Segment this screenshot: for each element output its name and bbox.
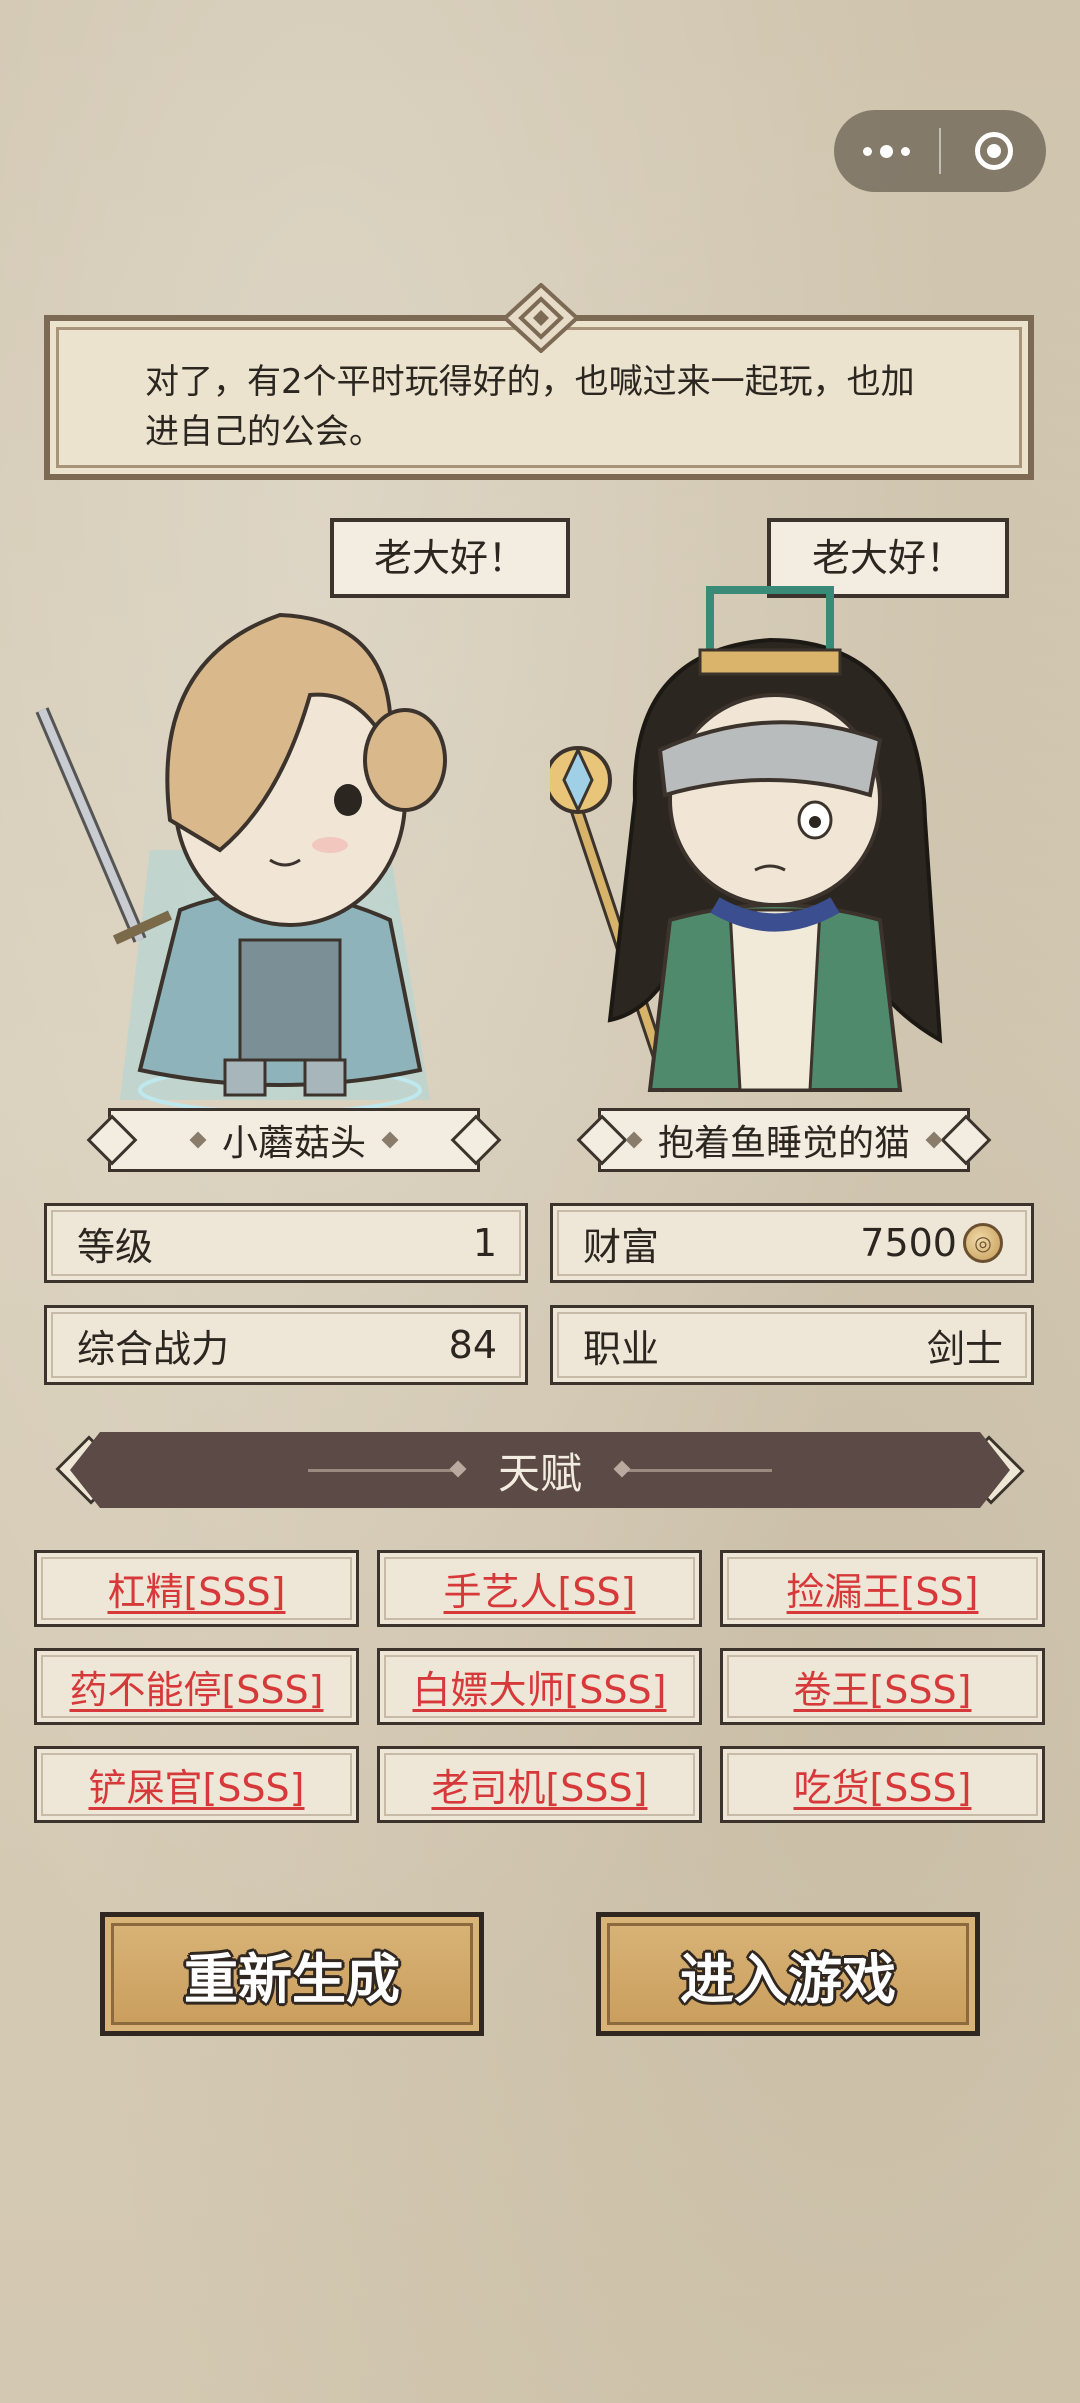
coin-icon: ◎ [963,1223,1003,1263]
stat-value-group: 7500 ◎ [860,1221,1003,1265]
stat-value: 84 [448,1323,497,1367]
stat-value: 1 [472,1221,497,1265]
talent-item[interactable]: 卷王[SSS] [720,1648,1045,1725]
stat-level: 等级 1 [44,1203,528,1283]
record-close-icon[interactable] [941,110,1046,192]
stat-class: 职业 剑士 [550,1305,1034,1385]
diamond-icon [381,1131,399,1149]
talent-item[interactable]: 铲屎官[SSS] [34,1746,359,1823]
character-name-text: 抱着鱼睡觉的猫 [657,1123,910,1164]
regenerate-button[interactable]: 重新生成 [100,1912,484,2036]
dialog-text: 对了，有2个平时玩得好的，也喊过来一起玩，也加进自己的公会。 [145,362,915,452]
character-portrait-left [35,612,447,1110]
diamond-icon [625,1131,643,1149]
talent-item[interactable]: 捡漏王[SS] [720,1550,1045,1627]
diamond-icon [189,1131,207,1149]
speech-bubble-left: 老大好！ [330,518,570,598]
character-portrait-right [550,586,943,1093]
talent-item[interactable]: 药不能停[SSS] [34,1648,359,1725]
ribbon-line [307,1468,458,1472]
diamond-icon [925,1131,943,1149]
stat-value: 7500 [860,1221,957,1265]
talent-item[interactable]: 吃货[SSS] [720,1746,1045,1823]
character-name-left: 小蘑菇头 [108,1108,480,1172]
character-name-right: 抱着鱼睡觉的猫 [598,1108,970,1172]
talent-item[interactable]: 白嫖大师[SSS] [377,1648,702,1725]
enter-game-button[interactable]: 进入游戏 [596,1912,980,2036]
talent-section-title: 天赋 [497,1448,582,1498]
stat-label: 等级 [77,1224,154,1269]
stat-value: 剑士 [926,1326,1003,1371]
stat-label: 职业 [583,1326,660,1371]
stat-wealth: 财富 7500 ◎ [550,1203,1034,1283]
more-dots-icon[interactable] [834,110,939,192]
stat-label: 财富 [583,1224,660,1269]
character-name-text: 小蘑菇头 [221,1123,366,1164]
talent-item[interactable]: 手艺人[SS] [377,1550,702,1627]
talent-section-header: 天赋 [70,1432,1010,1508]
talent-item[interactable]: 老司机[SSS] [377,1746,702,1823]
talent-item[interactable]: 杠精[SSS] [34,1550,359,1627]
miniprogram-capsule [834,110,1046,192]
diamond-ornament-icon [491,283,591,353]
ribbon-line [622,1468,772,1472]
stat-power: 综合战力 84 [44,1305,528,1385]
stat-label: 综合战力 [77,1326,230,1371]
